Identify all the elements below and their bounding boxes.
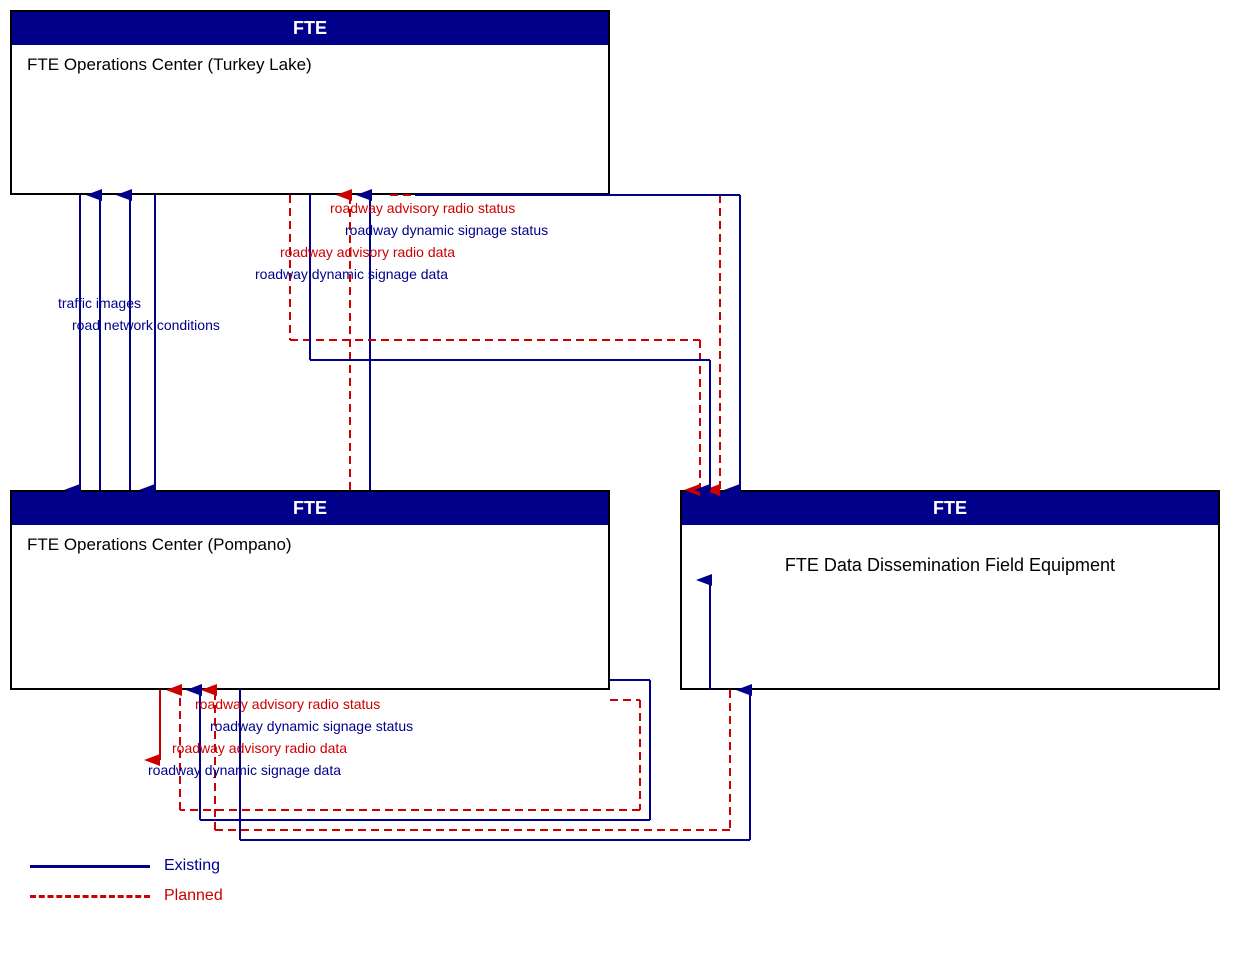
legend-existing-label: Existing: [164, 857, 220, 875]
pompano-header: FTE: [12, 492, 608, 525]
node-field-equipment: FTE FTE Data Dissemination Field Equipme…: [680, 490, 1220, 690]
legend-planned: Planned: [30, 887, 223, 905]
label-road-network: road network conditions: [72, 317, 220, 333]
turkey-lake-header: FTE: [12, 12, 608, 45]
diagram-container: FTE FTE Operations Center (Turkey Lake) …: [0, 0, 1252, 955]
label-rds-data-top: roadway dynamic signage data: [255, 266, 448, 282]
field-equipment-body: FTE Data Dissemination Field Equipment: [682, 525, 1218, 586]
legend-dashed-line: [30, 895, 150, 898]
legend-planned-label: Planned: [164, 887, 223, 905]
label-rds-status-bot: roadway dynamic signage status: [210, 718, 413, 734]
legend-existing: Existing: [30, 857, 223, 875]
legend-solid-line: [30, 865, 150, 868]
node-turkey-lake: FTE FTE Operations Center (Turkey Lake): [10, 10, 610, 195]
field-equipment-header: FTE: [682, 492, 1218, 525]
label-rar-data-bot: roadway advisory radio data: [172, 740, 347, 756]
legend: Existing Planned: [30, 857, 223, 905]
label-rds-status-top: roadway dynamic signage status: [345, 222, 548, 238]
pompano-body: FTE Operations Center (Pompano): [12, 525, 608, 565]
label-rar-status-bot: roadway advisory radio status: [195, 696, 380, 712]
label-rar-status-top: roadway advisory radio status: [330, 200, 515, 216]
node-pompano: FTE FTE Operations Center (Pompano): [10, 490, 610, 690]
label-traffic-images: traffic images: [58, 295, 141, 311]
turkey-lake-body: FTE Operations Center (Turkey Lake): [12, 45, 608, 85]
label-rar-data-top: roadway advisory radio data: [280, 244, 455, 260]
label-rds-data-bot: roadway dynamic signage data: [148, 762, 341, 778]
